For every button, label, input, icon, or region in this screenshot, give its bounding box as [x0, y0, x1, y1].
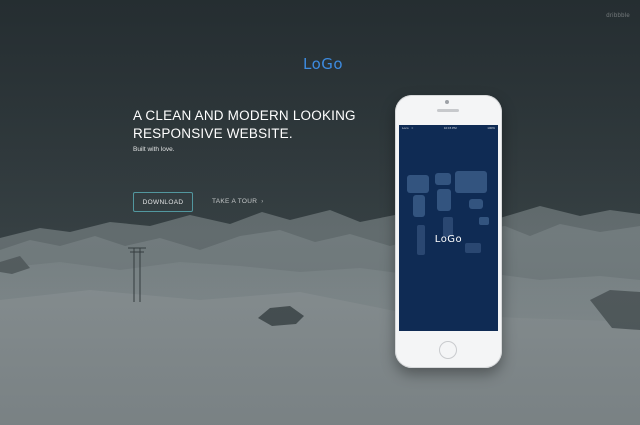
wifi-icon: ≈ [411, 126, 414, 130]
battery-label: 100% [487, 126, 495, 130]
hero-headline: A CLEAN AND MODERN LOOKING RESPONSIVE WE… [133, 108, 356, 141]
phone-camera [445, 100, 449, 104]
chevron-right-icon: › [261, 198, 264, 205]
download-button-label: DOWNLOAD [142, 198, 184, 206]
app-logo: LoGo [434, 234, 463, 245]
phone-mockup: Loco ≈ 10:15 PM 100% LoGo [395, 95, 502, 368]
download-button[interactable]: DOWNLOAD [133, 192, 193, 212]
world-map-graphic [407, 171, 489, 255]
hero-tagline: Built with love. [133, 146, 175, 153]
site-logo[interactable]: LoGo [303, 55, 343, 73]
take-a-tour-label: TAKE A TOUR [212, 198, 258, 205]
home-button [439, 341, 457, 359]
watermark: dribbble [606, 13, 630, 19]
phone-screen: Loco ≈ 10:15 PM 100% LoGo [399, 125, 498, 331]
take-a-tour-link[interactable]: TAKE A TOUR › [212, 198, 264, 205]
phone-status-bar: Loco ≈ 10:15 PM 100% [399, 125, 498, 131]
time-label: 10:15 PM [443, 126, 457, 130]
hero-section: dribbble LoGo A CLEAN AND MODERN LOOKING… [0, 0, 640, 425]
carrier-label: Loco [402, 126, 409, 130]
phone-speaker [437, 109, 459, 112]
